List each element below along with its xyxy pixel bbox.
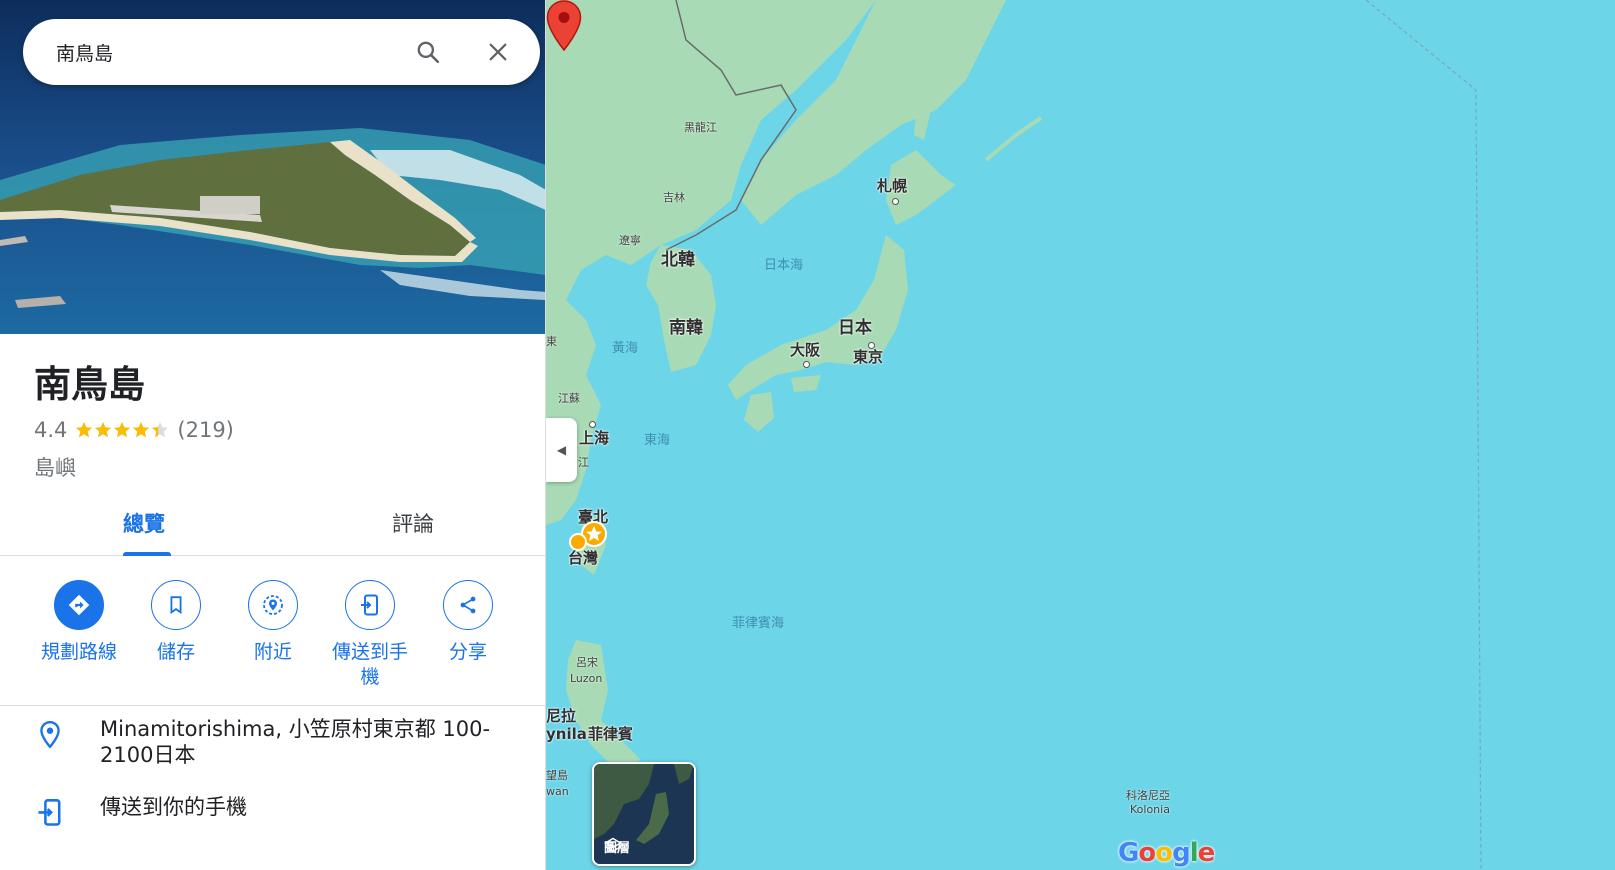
map-label-heilongjiang: 黑龍江 <box>684 121 717 134</box>
location-pin-icon[interactable] <box>546 0 582 52</box>
map-label-shandong: 東 <box>546 335 557 348</box>
share-label: 分享 <box>448 641 487 663</box>
map-label-japan: 日本 <box>838 318 872 338</box>
place-tabs: 總覽 評論 <box>0 500 545 556</box>
map-label-kolonia-en: Kolonia <box>1130 803 1170 816</box>
star-icon <box>76 422 93 438</box>
map-label-kolonia-cn: 科洛尼亞 <box>1126 789 1170 802</box>
place-title: 南鳥島 <box>34 363 145 406</box>
map-label-luzon-en: Luzon <box>570 672 603 685</box>
send-to-phone-label: 傳送到手機 <box>331 641 408 688</box>
send-to-phone-icon <box>361 594 378 616</box>
layers-icon <box>604 837 622 853</box>
map-label-mindoro-en: wan <box>546 785 569 798</box>
directions-label: 規劃路線 <box>40 641 117 663</box>
city-dot-osaka <box>803 361 810 368</box>
map-label-liaoning: 遼寧 <box>619 234 641 247</box>
search-box[interactable] <box>23 19 540 85</box>
star-icon <box>133 422 150 438</box>
map-label-jiangsu: 江蘇 <box>558 392 580 405</box>
directions-button[interactable]: 規劃路線 <box>29 580 129 665</box>
star-icon <box>114 422 131 438</box>
map-label-manila-cn: 尼拉 <box>546 707 577 725</box>
map-label-sapporo: 札幌 <box>877 177 908 195</box>
map-label-osaka: 大阪 <box>790 341 821 359</box>
nearby-label: 附近 <box>253 641 292 663</box>
map-label-taiwan: 台灣 <box>568 549 599 567</box>
place-type[interactable]: 島嶼 <box>34 452 76 482</box>
star-icon <box>152 422 169 438</box>
share-button[interactable]: 分享 <box>418 580 518 665</box>
map-label-philippine-sea: 菲律賓海 <box>732 616 785 631</box>
tab-overview[interactable]: 總覽 <box>123 508 165 538</box>
map-label-shanghai: 上海 <box>579 429 610 447</box>
map-label-mindoro-cn: 望島 <box>546 769 568 782</box>
rating-row[interactable]: 4.4 (219) <box>34 418 234 442</box>
send-to-phone-text: 傳送到你的手機 <box>100 795 247 819</box>
rating-value: 4.4 <box>34 418 68 442</box>
directions-icon <box>68 594 90 616</box>
nearby-button[interactable]: 附近 <box>223 580 323 665</box>
star-icon <box>95 422 112 438</box>
search-input[interactable] <box>56 41 378 63</box>
map-label-yellow-sea: 黃海 <box>612 341 639 356</box>
share-icon <box>460 596 476 614</box>
tab-reviews[interactable]: 評論 <box>392 508 434 538</box>
close-icon <box>489 43 507 61</box>
map-label-tokyo: 東京 <box>853 348 884 366</box>
bookmark-icon <box>170 596 182 615</box>
map-label-manila-en: ynila <box>546 725 587 743</box>
clear-search-button[interactable] <box>478 32 518 72</box>
send-to-phone-button[interactable]: 傳送到手機 <box>320 580 420 689</box>
send-to-phone-row[interactable]: 傳送到你的手機 <box>0 794 545 828</box>
action-buttons: 規劃路線 儲存 附近 傳送到手機 分享 <box>0 556 545 706</box>
search-button[interactable] <box>408 32 448 72</box>
place-photo[interactable] <box>0 0 545 334</box>
search-icon <box>417 41 440 64</box>
map-canvas[interactable]: 黑龍江 吉林 遼寧 北韓 南韓 日本海 黃海 東海 札幌 日本 東京 大阪 東 … <box>546 0 1615 870</box>
google-logo: Google <box>1118 838 1215 868</box>
rating-stars <box>75 421 169 439</box>
address-text: Minamitorishima, 小笠原村東京都 100-2100日本 <box>100 717 491 768</box>
review-count[interactable]: (219) <box>177 418 233 442</box>
collapse-panel-button[interactable]: ◀ <box>546 418 577 482</box>
map-label-jilin: 吉林 <box>663 191 685 204</box>
place-side-panel: 南鳥島 4.4 (219) 島嶼 總覽 評論 規劃路線 <box>0 0 546 870</box>
chevron-left-icon: ◀ <box>556 443 567 457</box>
send-to-phone-icon <box>38 799 61 826</box>
save-label: 儲存 <box>156 641 195 663</box>
map-label-luzon-cn: 呂宋 <box>576 656 598 669</box>
city-dot-shanghai <box>589 421 596 428</box>
map-label-zhejiang: 江 <box>578 456 589 469</box>
map-label-north-korea: 北韓 <box>661 250 695 270</box>
map-label-philippines: 菲律賓 <box>588 725 634 743</box>
map-label-east-sea: 東海 <box>644 433 671 448</box>
nearby-icon <box>263 595 283 615</box>
save-button[interactable]: 儲存 <box>126 580 226 665</box>
location-marker-icon <box>40 720 60 749</box>
map-label-sea-of-japan: 日本海 <box>764 258 804 273</box>
map-label-south-korea: 南韓 <box>669 318 703 338</box>
address-row[interactable]: Minamitorishima, 小笠原村東京都 100-2100日本 <box>0 716 545 769</box>
layers-button[interactable]: 圖層 <box>592 762 696 866</box>
city-dot-sapporo <box>892 198 899 205</box>
